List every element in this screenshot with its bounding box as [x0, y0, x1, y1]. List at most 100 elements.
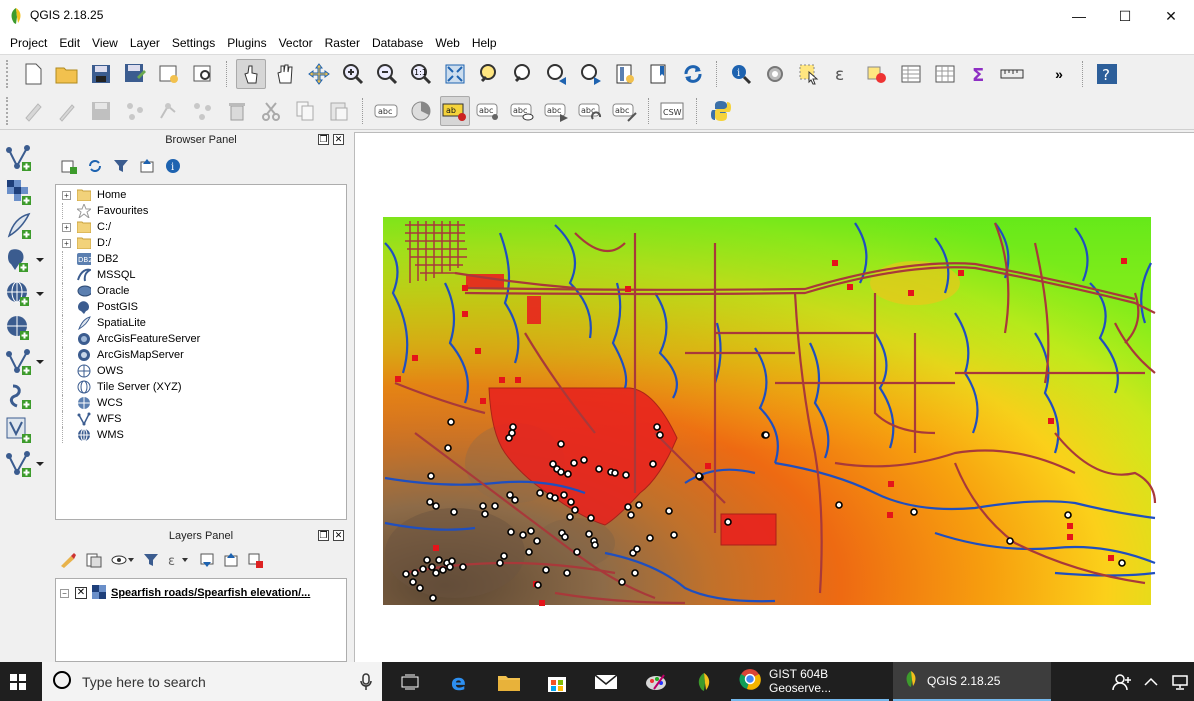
browser-item[interactable]: ArcGisMapServer — [56, 347, 346, 363]
new-map-view-button[interactable] — [610, 59, 640, 89]
browser-item[interactable]: Oracle — [56, 283, 346, 299]
new-bookmark-button[interactable] — [644, 59, 674, 89]
paint-app-icon[interactable] — [632, 662, 680, 701]
diagram-options-button[interactable] — [406, 96, 436, 126]
browser-item[interactable]: MSSQL — [56, 267, 346, 283]
refresh-icon[interactable] — [87, 158, 103, 177]
add-delimited-text-button[interactable] — [5, 212, 45, 240]
close-panel-button[interactable]: ✕ — [333, 530, 344, 541]
expand-toggle[interactable]: + — [62, 238, 71, 248]
add-spatialite-layer-button[interactable] — [5, 348, 45, 376]
help-contents-button[interactable]: ? — [1092, 59, 1122, 89]
add-wms-layer-button[interactable] — [5, 280, 45, 308]
browser-item[interactable]: WMS — [56, 427, 346, 443]
menu-view[interactable]: View — [86, 32, 124, 54]
network-icon[interactable] — [1166, 662, 1194, 701]
add-raster-layer-button[interactable] — [5, 178, 45, 206]
map-canvas[interactable] — [354, 132, 1194, 662]
add-selected-layers-icon[interactable] — [61, 158, 77, 177]
measure-line-button[interactable] — [998, 59, 1028, 89]
select-features-button[interactable] — [794, 59, 824, 89]
statistical-summary-button[interactable]: Σ — [964, 59, 994, 89]
qgis-taskbar-pin-icon[interactable] — [680, 662, 728, 701]
composer-manager-button[interactable] — [188, 59, 218, 89]
change-label-button[interactable]: abc — [610, 96, 640, 126]
zoom-last-button[interactable] — [542, 59, 572, 89]
add-virtual-layer-button[interactable] — [5, 416, 45, 444]
taskbar-app-chrome[interactable]: GIST 604B Geoserve... — [731, 662, 889, 701]
touch-zoom-pan-button[interactable] — [236, 58, 266, 89]
browser-item[interactable]: OWS — [56, 363, 346, 379]
browser-item[interactable]: WFS — [56, 411, 346, 427]
add-group-icon[interactable] — [85, 552, 103, 571]
mail-icon[interactable] — [582, 662, 630, 701]
taskbar-app-qgis[interactable]: QGIS 2.18.25 — [893, 662, 1051, 701]
collapse-all-icon[interactable] — [139, 158, 155, 177]
float-panel-button[interactable]: ❐ — [318, 530, 329, 541]
filter-by-expression-icon[interactable]: ε — [167, 552, 191, 571]
close-panel-button[interactable]: ✕ — [333, 134, 344, 145]
move-feature-button[interactable] — [154, 96, 184, 126]
add-feature-button[interactable] — [120, 96, 150, 126]
float-panel-button[interactable]: ❐ — [318, 134, 329, 145]
save-layer-edits-button[interactable] — [86, 96, 116, 126]
zoom-full-button[interactable] — [440, 59, 470, 89]
rotate-label-button[interactable]: abc — [576, 96, 606, 126]
new-print-composer-button[interactable] — [154, 59, 184, 89]
layer-visibility-checkbox[interactable]: ✕ — [75, 587, 87, 599]
browser-item[interactable]: + C:/ — [56, 219, 346, 235]
menu-layer[interactable]: Layer — [124, 32, 166, 54]
toolbar-overflow-button[interactable]: » — [1044, 59, 1074, 89]
pin-unpin-labels-button[interactable]: abc — [474, 96, 504, 126]
menu-vector[interactable]: Vector — [273, 32, 319, 54]
open-field-calculator-button[interactable] — [930, 59, 960, 89]
layer-labeling-options-button[interactable]: abc — [372, 96, 402, 126]
task-view-icon[interactable] — [386, 662, 434, 701]
add-vector-layer-button[interactable] — [5, 144, 45, 172]
collapse-all-icon[interactable] — [223, 552, 239, 571]
show-hidden-icons-chevron-icon[interactable] — [1134, 662, 1168, 701]
add-postgis-layer-button[interactable] — [5, 246, 45, 274]
map-render[interactable] — [355, 133, 1194, 663]
remove-layer-icon[interactable] — [247, 552, 263, 571]
browser-item[interactable]: + Home — [56, 187, 346, 203]
show-hide-labels-button[interactable]: abc — [508, 96, 538, 126]
start-button[interactable] — [0, 662, 36, 701]
copy-features-button[interactable] — [290, 96, 320, 126]
zoom-next-button[interactable] — [576, 59, 606, 89]
paste-features-button[interactable] — [324, 96, 354, 126]
file-explorer-icon[interactable] — [485, 662, 533, 701]
style-manager-icon[interactable] — [59, 552, 77, 571]
toolbar-grip[interactable] — [6, 59, 12, 88]
pan-map-button[interactable] — [270, 59, 300, 89]
toolbar-grip[interactable] — [6, 96, 12, 125]
identify-features-button[interactable]: i — [726, 59, 756, 89]
add-wfs-layer-button[interactable] — [5, 450, 45, 478]
save-project-button[interactable] — [86, 59, 116, 89]
browser-item[interactable]: PostGIS — [56, 299, 346, 315]
pan-to-selection-button[interactable] — [304, 59, 334, 89]
filter-icon[interactable] — [113, 158, 129, 177]
zoom-in-button[interactable] — [338, 59, 368, 89]
open-project-button[interactable] — [52, 59, 82, 89]
open-attribute-table-button[interactable] — [896, 59, 926, 89]
browser-item[interactable]: WCS — [56, 395, 346, 411]
zoom-native-resolution-button[interactable]: 1:1 — [406, 59, 436, 89]
menu-web[interactable]: Web — [429, 32, 465, 54]
zoom-out-button[interactable] — [372, 59, 402, 89]
cut-features-button[interactable] — [256, 96, 286, 126]
browser-item[interactable]: DB2 DB2 — [56, 251, 346, 267]
menu-help[interactable]: Help — [466, 32, 503, 54]
node-tool-button[interactable] — [188, 96, 218, 126]
layer-row[interactable]: − ✕ Spearfish roads/Spearfish elevation/… — [60, 584, 310, 601]
manage-map-themes-icon[interactable] — [111, 552, 135, 571]
microphone-icon[interactable] — [360, 673, 372, 694]
menu-edit[interactable]: Edit — [53, 32, 86, 54]
browser-item[interactable]: Favourites — [56, 203, 346, 219]
properties-info-icon[interactable]: i — [165, 158, 181, 177]
current-edits-button[interactable] — [18, 96, 48, 126]
deselect-all-button[interactable] — [862, 59, 892, 89]
minimize-button[interactable]: — — [1056, 0, 1102, 32]
browser-item[interactable]: Tile Server (XYZ) — [56, 379, 346, 395]
expand-toggle[interactable]: + — [62, 190, 71, 200]
